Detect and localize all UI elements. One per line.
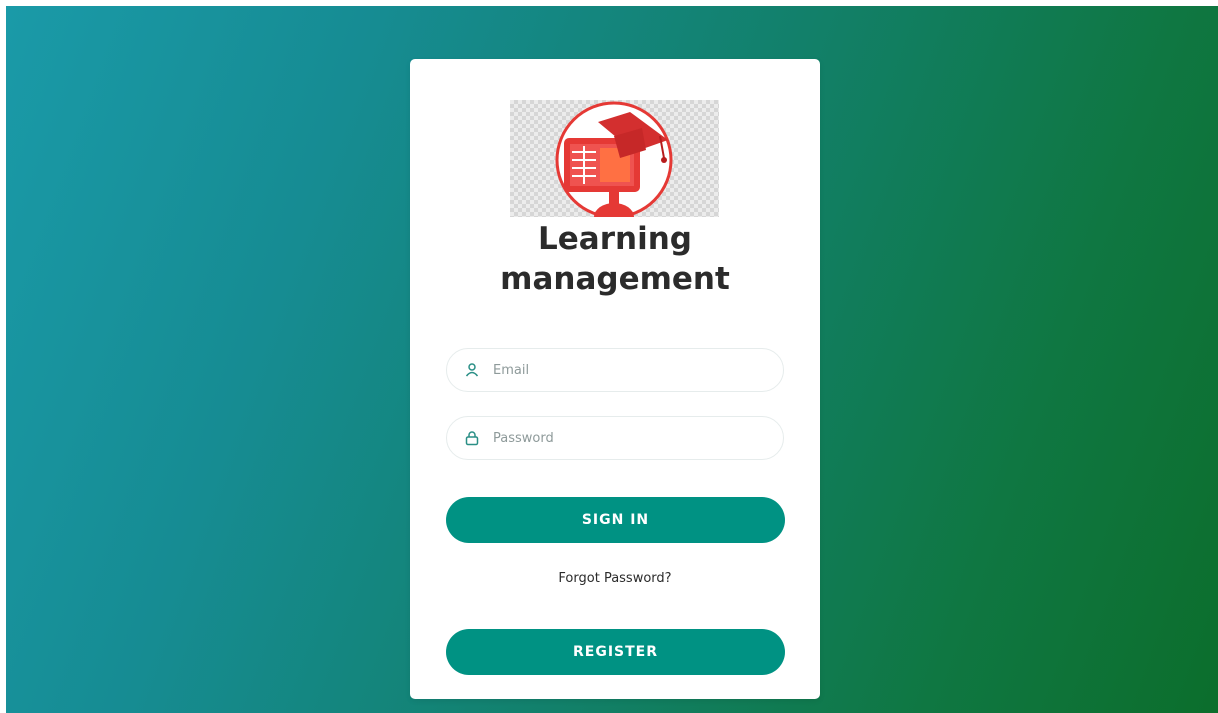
login-card: Learning management SIGN IN Forgot Passw… — [410, 59, 820, 699]
sign-in-button[interactable]: SIGN IN — [446, 497, 785, 543]
email-field[interactable] — [446, 348, 784, 392]
graduation-cap-monitor-logo-icon — [555, 101, 673, 217]
page-background: Learning management SIGN IN Forgot Passw… — [6, 6, 1218, 713]
app-title: Learning management — [410, 219, 820, 299]
app-title-line1: Learning — [538, 221, 692, 257]
email-input[interactable] — [493, 349, 773, 391]
password-field[interactable] — [446, 416, 784, 460]
forgot-password-link[interactable]: Forgot Password? — [410, 571, 820, 586]
user-icon — [465, 363, 479, 377]
app-logo — [510, 100, 719, 217]
register-button[interactable]: REGISTER — [446, 629, 785, 675]
lock-icon — [465, 431, 479, 446]
app-title-line2: management — [500, 261, 730, 297]
password-input[interactable] — [493, 417, 773, 459]
